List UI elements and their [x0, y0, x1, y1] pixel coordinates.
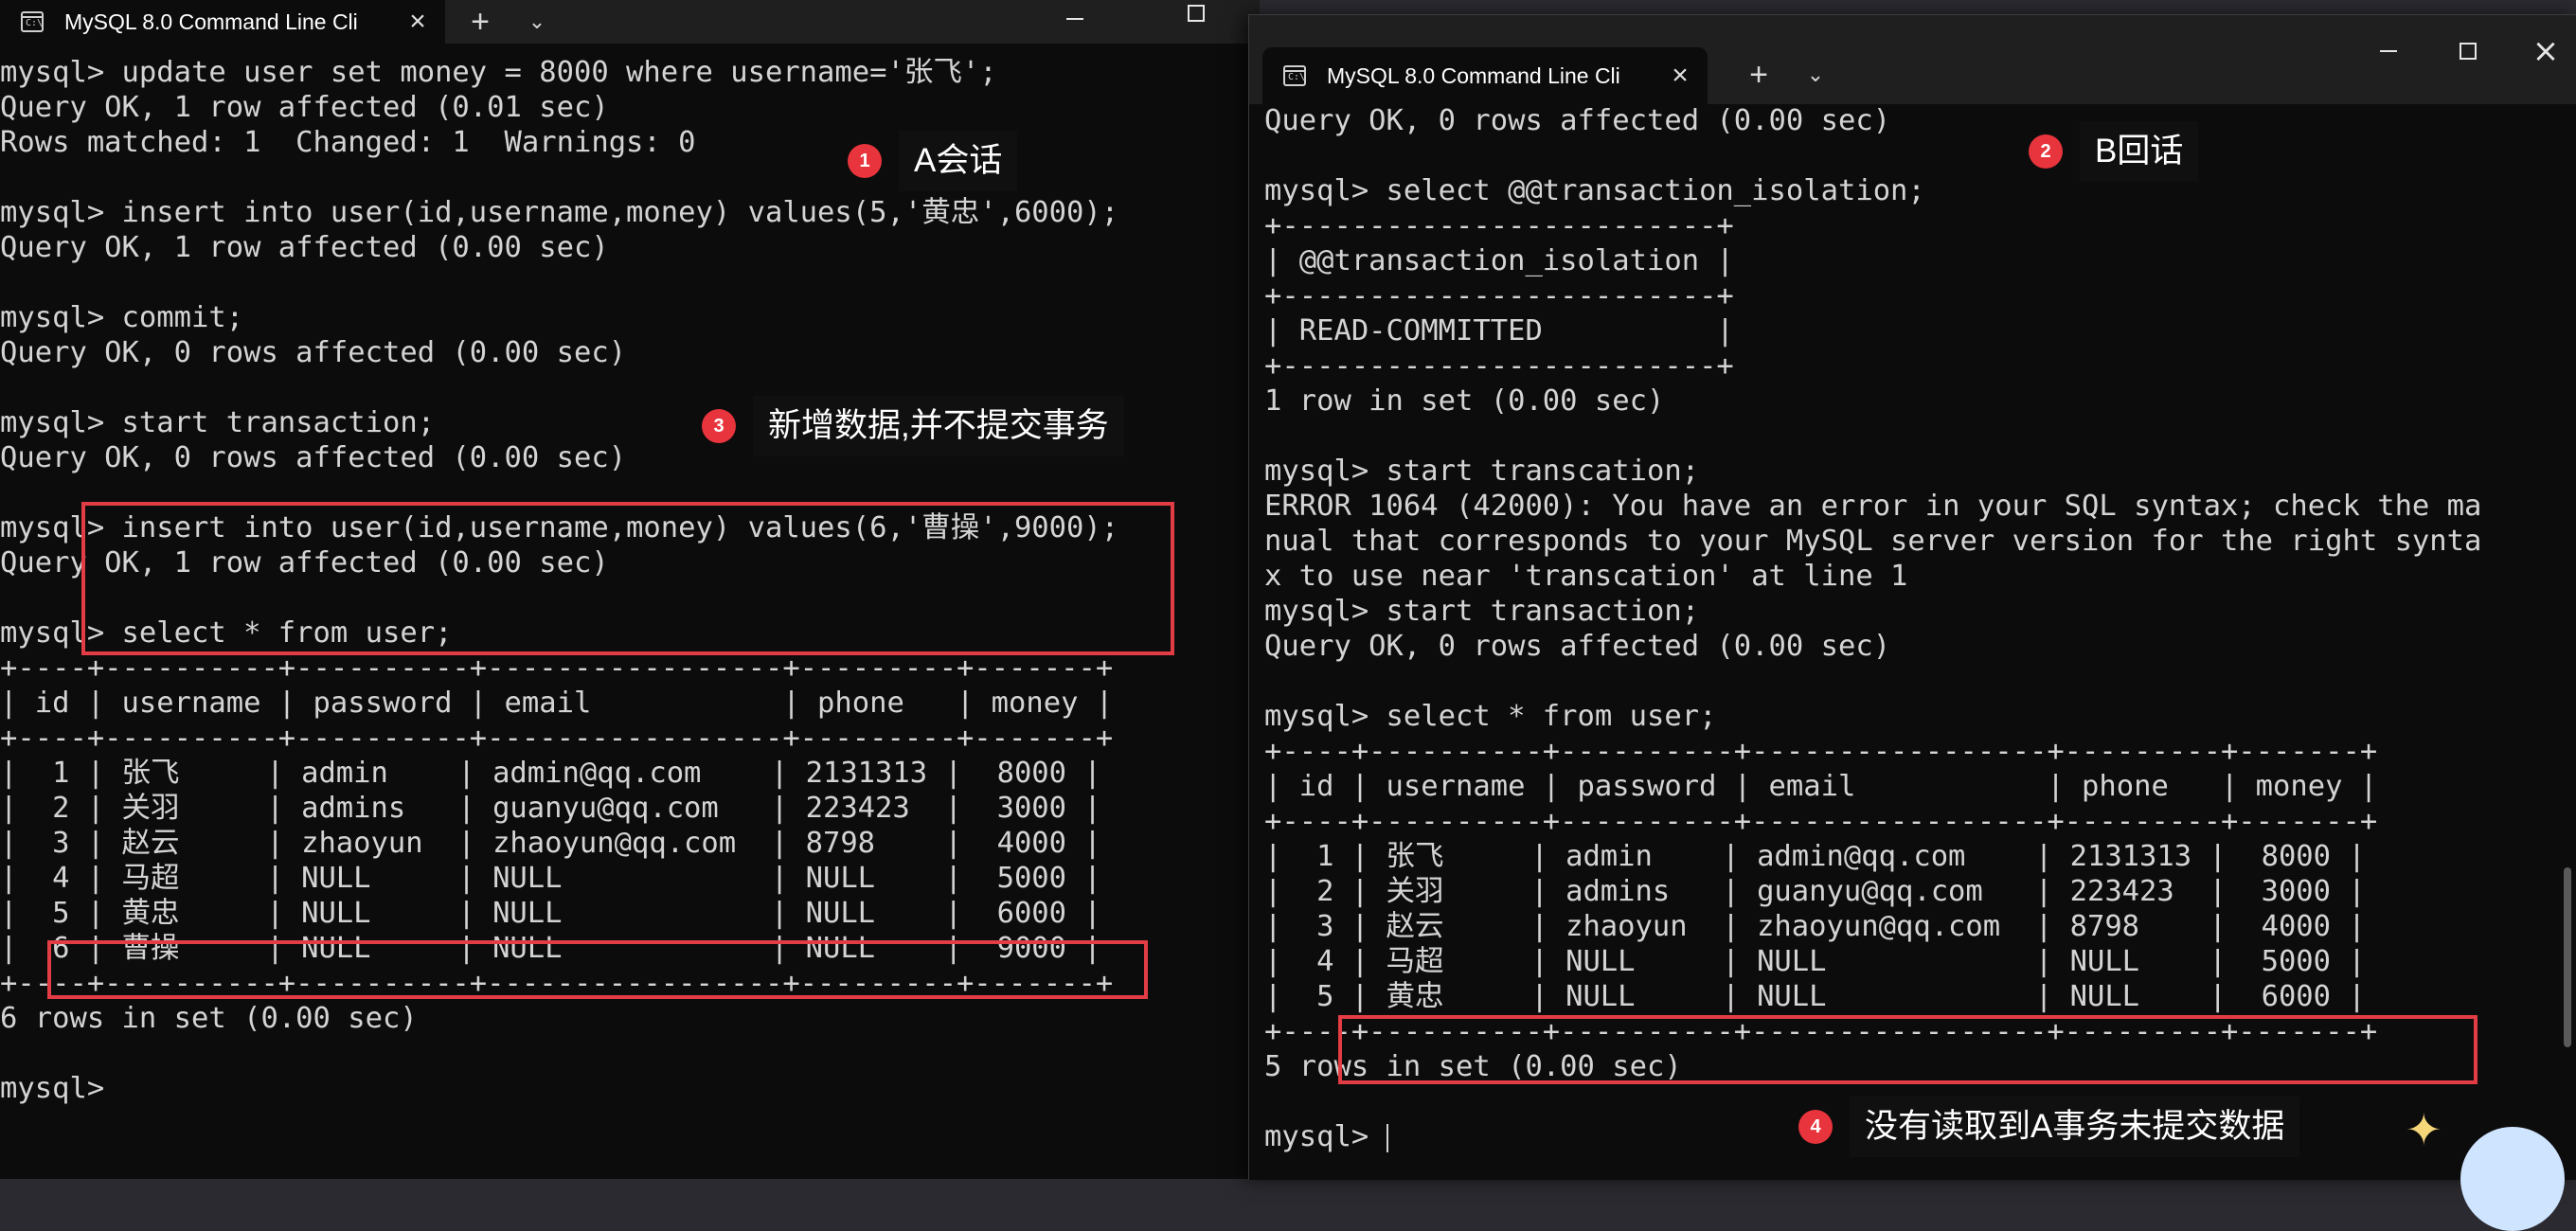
terminal-output-b[interactable]: Query OK, 0 rows affected (0.00 sec) mys… — [1264, 103, 2481, 1154]
dropdown-chevron-icon[interactable]: ⌄ — [1787, 53, 1844, 97]
annotation-3: 3 新增数据,并不提交事务 — [702, 396, 1124, 456]
maximize-button[interactable] — [2439, 32, 2497, 70]
close-icon: × — [2531, 32, 2560, 70]
step-badge: 3 — [702, 409, 736, 443]
minimize-icon — [2380, 50, 2397, 52]
highlight-box-row-6 — [47, 940, 1148, 999]
dropdown-chevron-icon[interactable]: ⌄ — [509, 0, 565, 44]
maximize-icon — [1188, 5, 1205, 22]
scrollbar-thumb[interactable] — [2564, 867, 2571, 1047]
minimize-icon — [1066, 18, 1083, 20]
step-badge: 4 — [1798, 1110, 1833, 1144]
watermark-avatar — [2460, 1127, 2565, 1231]
title-bar[interactable]: C:\ MySQL 8.0 Command Line Cli × + ⌄ × — [1249, 15, 2576, 104]
annotation-label: B回话 — [2080, 121, 2199, 182]
sparkle-icon: ✦ — [2406, 1105, 2442, 1154]
tab-close-icon[interactable]: × — [1664, 62, 1696, 90]
annotation-label: A会话 — [899, 131, 1018, 191]
tab-title: MySQL 8.0 Command Line Cli — [64, 9, 358, 34]
text-cursor — [1386, 1123, 1388, 1152]
tab-mysql-cli-a[interactable]: C:\ MySQL 8.0 Command Line Cli × — [0, 0, 445, 44]
terminal-text: Query OK, 0 rows affected (0.00 sec) mys… — [1264, 104, 2482, 1153]
new-tab-button[interactable]: + — [1730, 53, 1787, 97]
terminal-icon: C:\ — [21, 11, 44, 32]
new-tab-button[interactable]: + — [452, 0, 509, 44]
minimize-button[interactable] — [1046, 0, 1104, 38]
annotation-1: 1 A会话 — [848, 131, 1018, 191]
highlight-box-insert — [81, 502, 1174, 655]
step-badge: 1 — [848, 144, 882, 178]
maximize-icon — [2460, 43, 2477, 60]
terminal-window-b[interactable]: C:\ MySQL 8.0 Command Line Cli × + ⌄ × Q… — [1248, 14, 2576, 1180]
step-badge: 2 — [2029, 134, 2063, 169]
highlight-box-result — [1338, 1015, 2478, 1084]
annotation-2: 2 B回话 — [2029, 121, 2199, 182]
annotation-label: 没有读取到A事务未提交数据 — [1850, 1097, 2300, 1157]
tab-mysql-cli-b[interactable]: C:\ MySQL 8.0 Command Line Cli × — [1262, 47, 1708, 104]
tab-close-icon[interactable]: × — [402, 8, 434, 36]
tab-title: MySQL 8.0 Command Line Cli — [1327, 62, 1620, 88]
minimize-button[interactable] — [2359, 32, 2418, 70]
title-bar[interactable]: C:\ MySQL 8.0 Command Line Cli × + ⌄ — [0, 0, 1260, 44]
annotation-label: 新增数据,并不提交事务 — [753, 396, 1124, 456]
annotation-4: 4 没有读取到A事务未提交数据 — [1798, 1097, 2300, 1157]
maximize-button[interactable] — [1167, 0, 1225, 32]
close-window-button[interactable]: × — [2516, 32, 2575, 70]
terminal-icon: C:\ — [1283, 65, 1306, 86]
